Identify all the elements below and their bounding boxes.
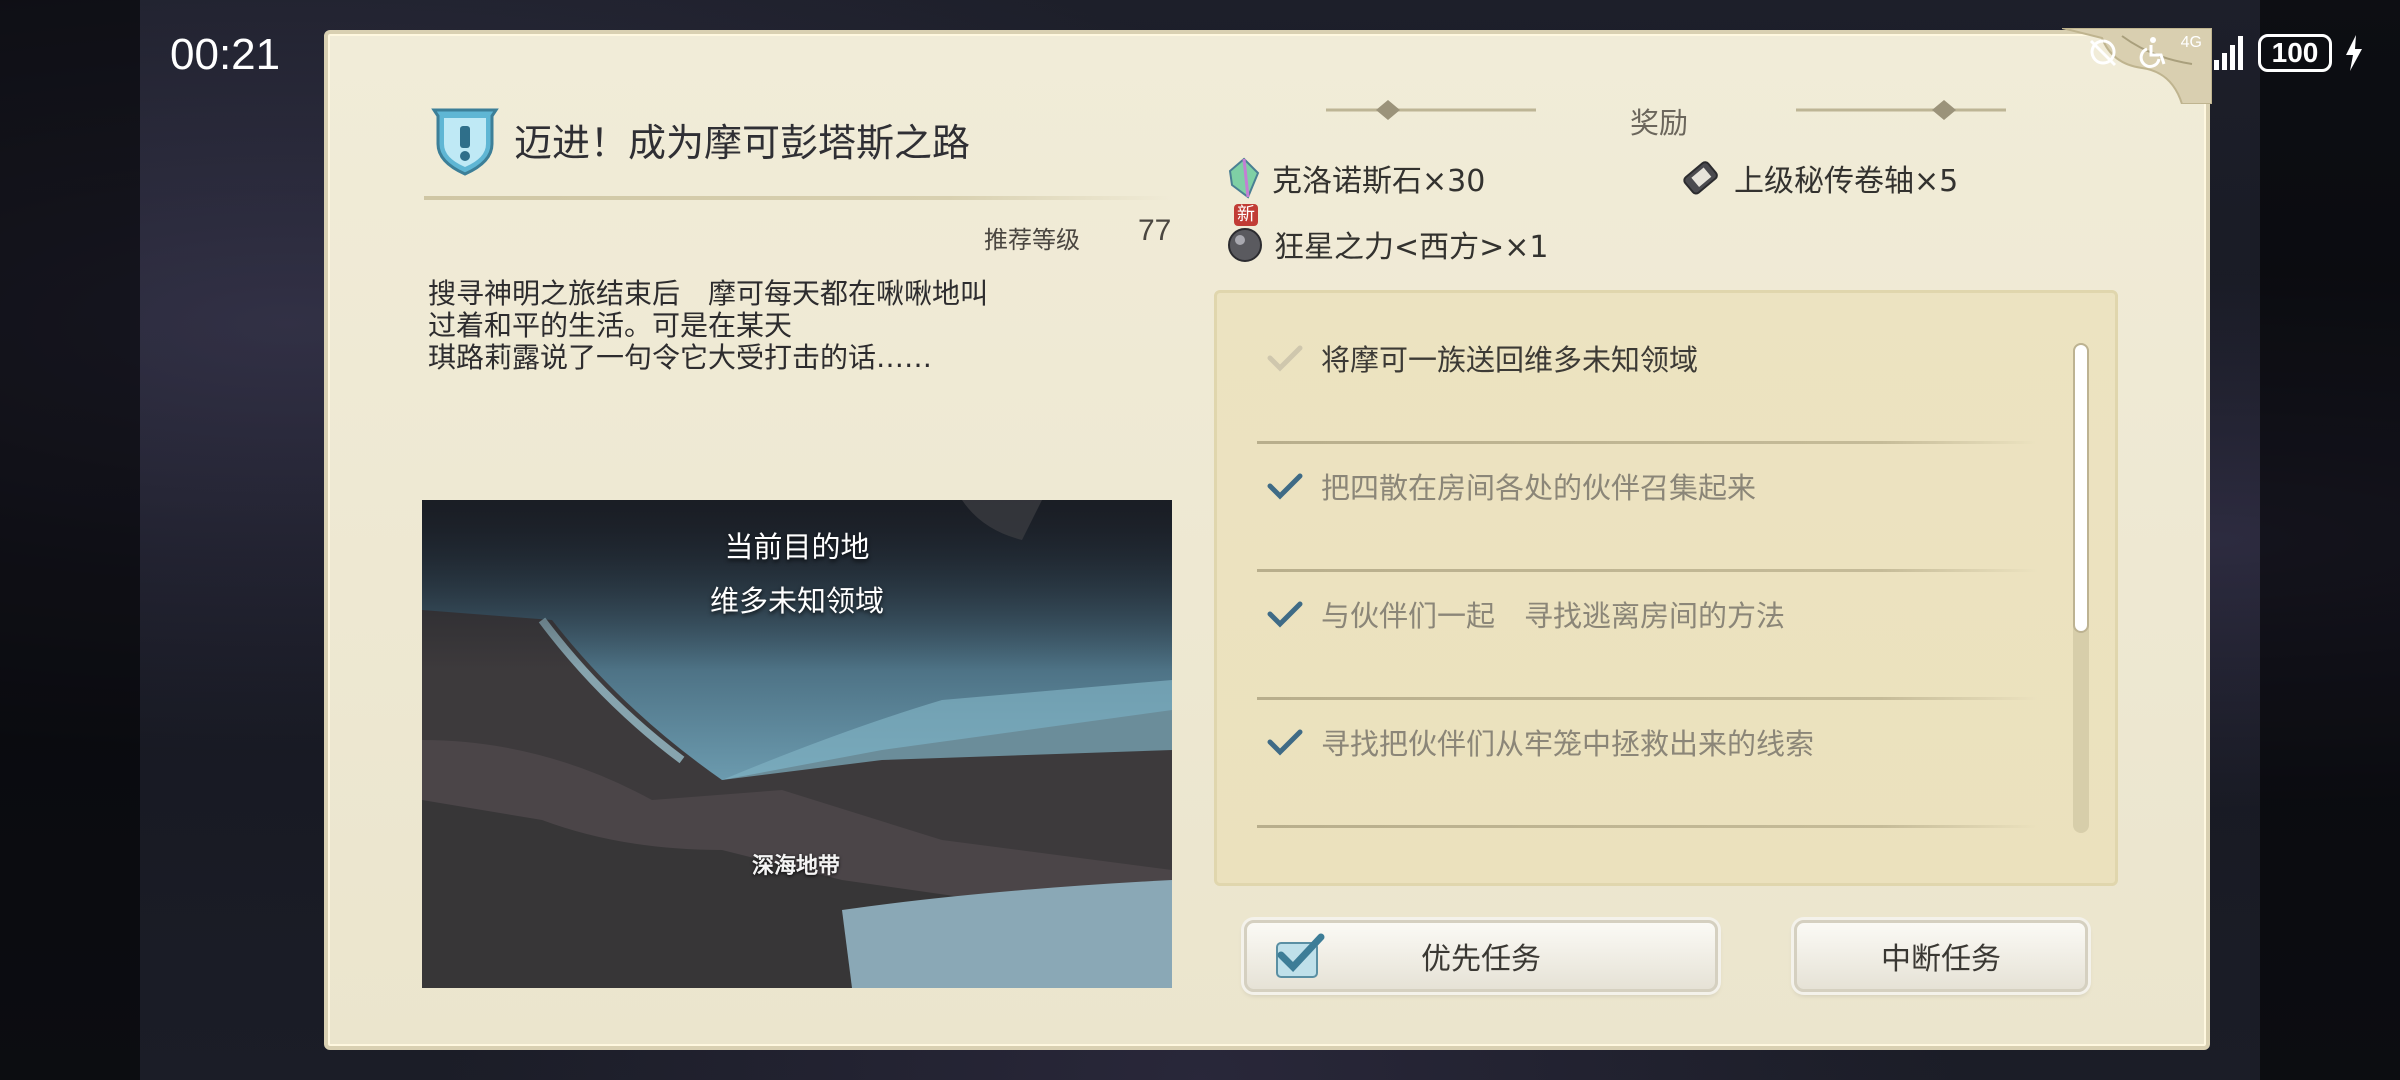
wheelchair-icon (2139, 37, 2166, 68)
description-line: 琪路莉露说了一句令它大受打击的话…… (428, 341, 933, 374)
quest-badge-icon (431, 108, 499, 176)
check-icon (1267, 473, 1303, 500)
priority-check-icon (1276, 933, 1325, 978)
objective-text: 寻找把伙伴们从牢笼中拯救出来的线索 (1321, 727, 1815, 761)
reward-label: 克洛诺斯石×30 (1272, 164, 1486, 199)
title-divider (424, 196, 1172, 200)
star-ore-icon (1228, 228, 1262, 262)
crystal-icon (1228, 157, 1260, 199)
new-badge: 新 (1234, 204, 1258, 226)
reward-item: 克洛诺斯石×30 (1226, 156, 1485, 200)
reward-label: 狂星之力<西方>×1 (1274, 230, 1549, 265)
rewards-heading: 奖励 (1630, 106, 1689, 140)
objective-divider (1257, 825, 2037, 828)
objective-item: 把四散在房间各处的伙伴召集起来 (1267, 421, 2027, 551)
current-destination-label: 当前目的地 (724, 530, 870, 564)
status-time: 00:21 (170, 30, 281, 79)
description-line: 过着和平的生活。可是在某天 (428, 309, 793, 342)
objective-text: 将摩可一族送回维多未知领域 (1321, 343, 1699, 377)
current-destination-name: 维多未知领域 (709, 584, 884, 618)
reward-item: 上级秘传卷轴×5 (1680, 156, 1958, 200)
description-line: 搜寻神明之旅结束后 摩可每天都在啾啾地叫 (428, 277, 989, 310)
priority-quest-button[interactable]: 优先任务 (1244, 920, 1718, 992)
objective-item: 寻找把伙伴们从牢笼中拯救出来的线索 (1267, 677, 2027, 807)
check-icon (1267, 345, 1303, 372)
background-shade-left (0, 0, 140, 1080)
background-shade-right (2260, 0, 2400, 1080)
signal-icon (2214, 36, 2243, 70)
battery-indicator: 100 (2258, 34, 2332, 72)
check-icon (1267, 601, 1303, 628)
objective-text: 把四散在房间各处的伙伴召集起来 (1321, 471, 1757, 505)
objectives-list[interactable]: 将摩可一族送回维多未知领域 把四散在房间各处的伙伴召集起来 与伙伴们一起 寻找逃… (1214, 290, 2118, 886)
map-terrain (422, 500, 1172, 988)
scroll-icon (1683, 161, 1718, 195)
alarm-off-icon (2089, 39, 2116, 67)
recommended-level-value: 77 (1138, 214, 1172, 247)
objectives-scrollbar-thumb[interactable] (2073, 343, 2089, 633)
recommended-level-label: 推荐等级 (984, 226, 1080, 254)
priority-quest-label: 优先任务 (1421, 942, 1541, 977)
abort-quest-label: 中断任务 (1881, 942, 2001, 977)
reward-label: 上级秘传卷轴×5 (1734, 164, 1959, 199)
status-icons: 4G 100 (2085, 34, 2364, 72)
quest-title: 迈进！成为摩可彭塔斯之路 (514, 121, 971, 165)
quest-description: 搜寻神明之旅结束后 摩可每天都在啾啾地叫 过着和平的生活。可是在某天 琪路莉露说… (428, 278, 1148, 374)
network-type: 4G (2180, 34, 2202, 51)
destination-map (422, 500, 1172, 988)
map-region-label: 深海地带 (752, 853, 841, 879)
objective-text: 与伙伴们一起 寻找逃离房间的方法 (1321, 599, 1786, 633)
objective-item: 将摩可一族送回维多未知领域 (1267, 293, 2027, 423)
check-icon (1267, 729, 1303, 756)
abort-quest-button[interactable]: 中断任务 (1794, 920, 2088, 992)
charging-icon (2346, 35, 2362, 71)
reward-item: 狂星之力<西方>×1 (1226, 222, 1549, 266)
objective-item: 与伙伴们一起 寻找逃离房间的方法 (1267, 549, 2027, 679)
